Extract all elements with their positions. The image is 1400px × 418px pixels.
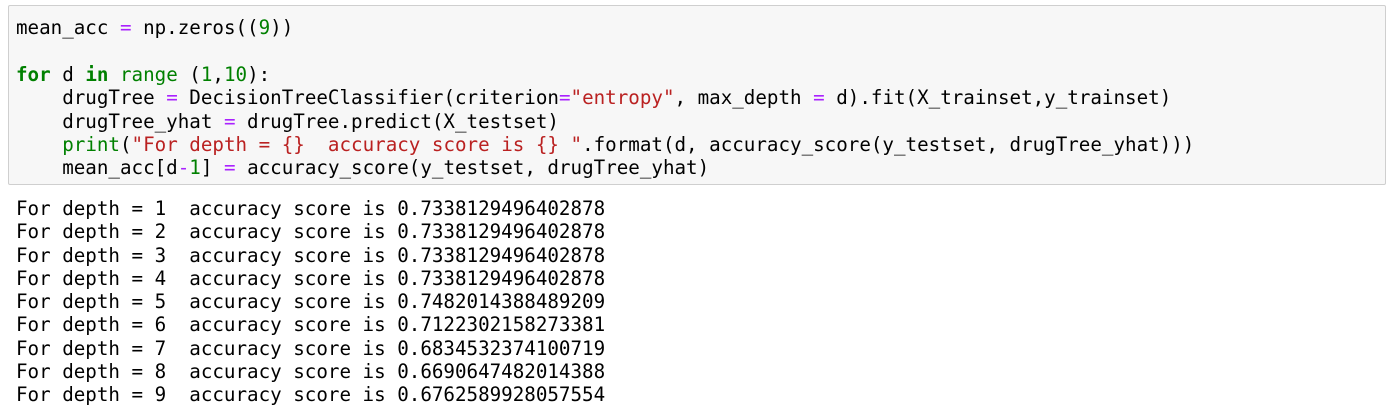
code-token: 9 — [258, 16, 271, 39]
code-token: drugTree — [16, 86, 167, 110]
code-token: = — [813, 86, 825, 110]
code-line: for d in range (1,10): — [16, 63, 1194, 86]
code-line: print("For depth = {} accuracy score is … — [16, 133, 1194, 156]
output-line: For depth = 8 accuracy score is 0.669064… — [16, 360, 606, 384]
code-token: ] — [200, 156, 224, 180]
cell-output: For depth = 1 accuracy score is 0.733812… — [16, 197, 605, 407]
code-token: drugTree.predict(X_testset) — [235, 109, 559, 133]
code-token: ): — [247, 62, 271, 86]
code-token: 1 — [200, 62, 213, 86]
code-token: = — [166, 86, 178, 110]
code-editor[interactable]: mean_acc = np.zeros((9)) for d in range (… — [16, 16, 1194, 180]
code-token: 10 — [223, 62, 248, 86]
output-line: For depth = 7 accuracy score is 0.683453… — [16, 336, 606, 360]
code-token: np.zeros(( — [131, 16, 259, 39]
code-token: drugTree_yhat — [16, 109, 224, 133]
code-token: = — [558, 86, 571, 110]
notebook: mean_acc = np.zeros((9)) for d in range (… — [0, 0, 1400, 418]
output-line: For depth = 9 accuracy score is 0.676258… — [16, 383, 606, 407]
code-token: .format(d, accuracy_score(y_testset, dru… — [582, 132, 1195, 156]
code-token: ( — [177, 62, 201, 86]
output-line: For depth = 6 accuracy score is 0.712230… — [16, 313, 606, 337]
code-token: range — [119, 62, 178, 86]
code-token: ( — [119, 132, 132, 156]
code-token: , max_depth — [674, 86, 814, 110]
code-token: mean_acc — [16, 16, 120, 39]
code-line: drugTree_yhat = drugTree.predict(X_tests… — [16, 110, 1194, 133]
code-token: DecisionTreeClassifier(criterion — [177, 86, 559, 110]
code-token: mean_acc[d — [16, 156, 178, 180]
code-token: 1 — [189, 156, 201, 180]
code-token: print — [62, 132, 120, 156]
output-line: For depth = 1 accuracy score is 0.733812… — [16, 197, 606, 220]
code-line: mean_acc = np.zeros((9)) — [16, 16, 1194, 39]
code-token: d).fit(X_trainset,y_trainset) — [824, 86, 1172, 110]
code-token: in — [85, 62, 109, 86]
code-line: mean_acc[d-1] = accuracy_score(y_testset… — [16, 156, 1194, 179]
code-token: accuracy_score(y_testset, drugTree_yhat) — [235, 156, 710, 180]
code-token: = — [119, 16, 132, 39]
code-token: for — [16, 62, 51, 86]
code-token: = — [223, 109, 236, 133]
output-line: For depth = 2 accuracy score is 0.733812… — [16, 220, 606, 244]
code-input-cell[interactable]: mean_acc = np.zeros((9)) for d in range (… — [8, 5, 1386, 185]
code-line: drugTree = DecisionTreeClassifier(criter… — [16, 86, 1194, 109]
code-token: "For depth = {} accuracy score is {} " — [131, 132, 583, 156]
code-token: , — [212, 62, 224, 86]
output-line: For depth = 5 accuracy score is 0.748201… — [16, 290, 606, 314]
output-line: For depth = 4 accuracy score is 0.733812… — [16, 266, 606, 290]
code-token: "entropy" — [570, 86, 675, 110]
code-token: = — [223, 156, 236, 180]
output-line: For depth = 3 accuracy score is 0.733812… — [16, 243, 606, 267]
code-token: )) — [270, 16, 294, 39]
code-token: - — [177, 156, 190, 180]
code-token: d — [50, 62, 86, 86]
